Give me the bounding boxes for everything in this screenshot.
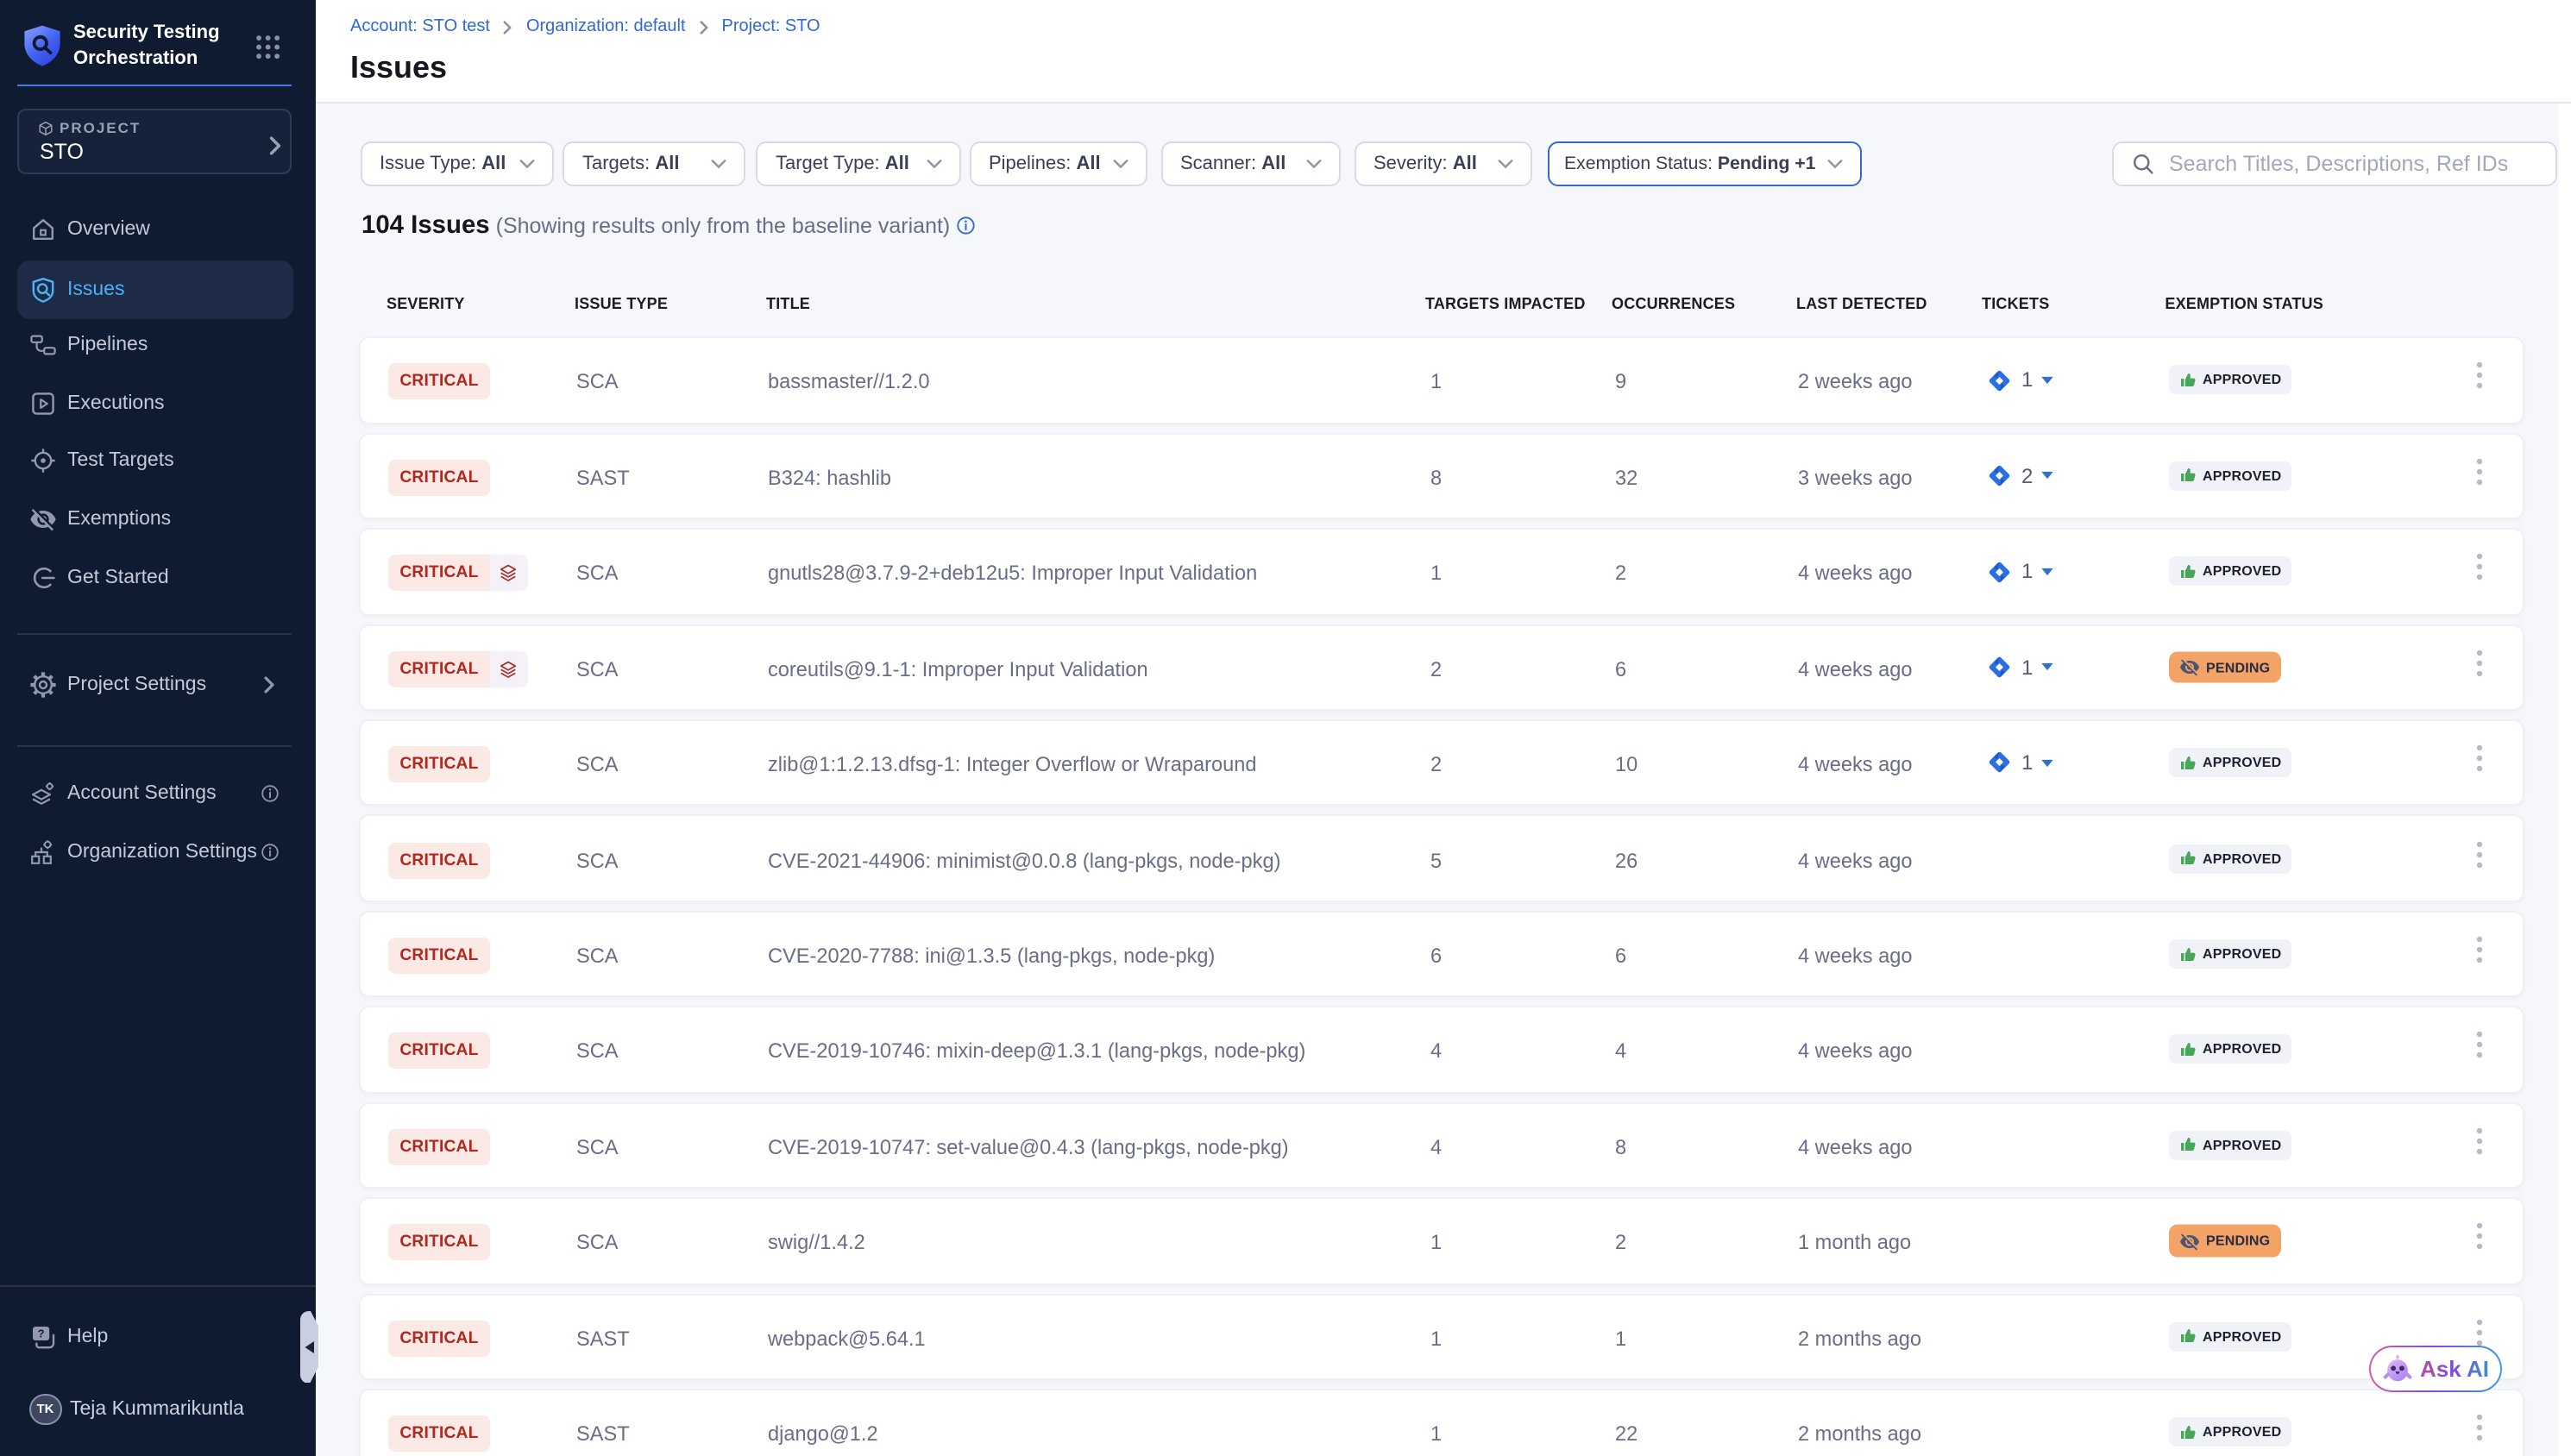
svg-text:?: ? — [38, 1327, 45, 1340]
